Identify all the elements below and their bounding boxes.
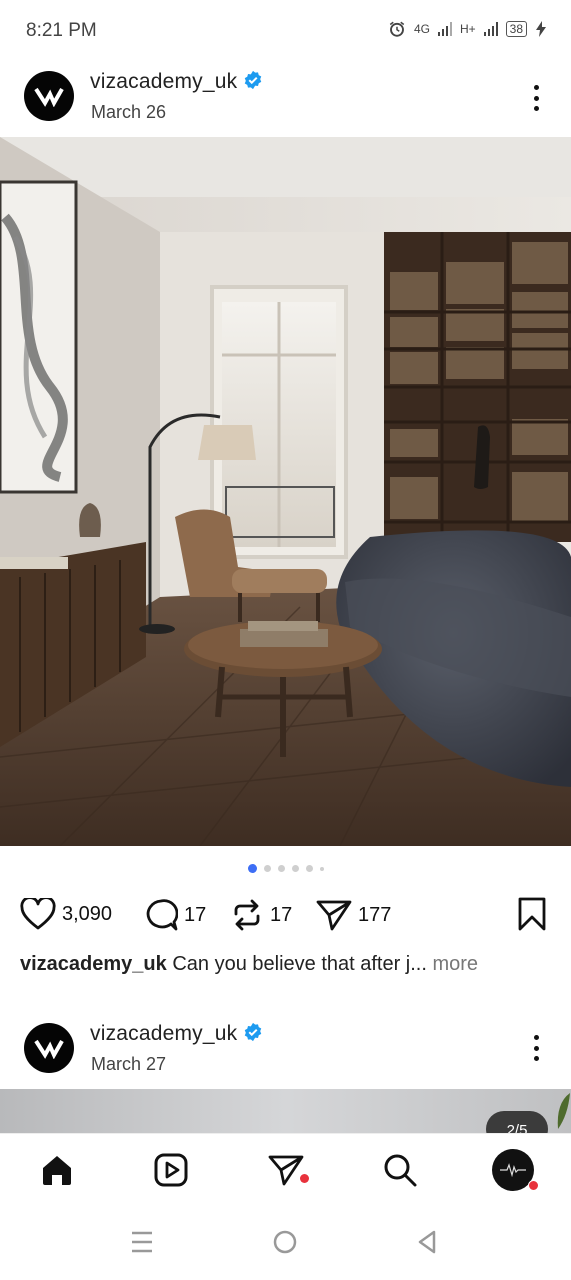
avatar[interactable] xyxy=(24,1023,74,1073)
save-button[interactable] xyxy=(516,896,548,937)
post-header-2: vizacademy_uk March 27 xyxy=(0,1013,571,1089)
interior-photo xyxy=(0,137,571,846)
nav-home[interactable] xyxy=(35,1148,79,1192)
dot xyxy=(533,106,539,111)
dot xyxy=(533,85,539,90)
nav-profile[interactable] xyxy=(491,1148,539,1192)
verified-badge-icon xyxy=(245,1022,262,1042)
carousel-dot xyxy=(319,866,324,871)
like-button[interactable]: 3,090 xyxy=(20,898,112,930)
system-navigation-bar xyxy=(0,1205,571,1280)
bottom-nav xyxy=(0,1133,571,1206)
username-text: vizacademy_uk xyxy=(90,1022,238,1045)
verified-badge-icon xyxy=(245,70,262,90)
carousel-dot xyxy=(277,865,285,872)
leaf-image xyxy=(557,1093,570,1129)
signal-icon-2 xyxy=(483,22,498,36)
repost-button[interactable]: 17 xyxy=(230,898,292,932)
status-bar: 8:21 PM 4G H+ 38 xyxy=(0,0,571,62)
notification-dot xyxy=(528,1180,539,1191)
dot xyxy=(533,95,539,101)
carousel-dot-active xyxy=(247,864,257,873)
dot xyxy=(533,1035,539,1040)
carousel-dot xyxy=(263,865,271,872)
home-circle-icon[interactable] xyxy=(273,1230,297,1254)
nav-search[interactable] xyxy=(378,1148,422,1192)
alarm-icon xyxy=(389,21,405,37)
post-header: vizacademy_uk March 26 xyxy=(0,62,571,137)
share-count: 177 xyxy=(358,903,392,926)
comment-count: 17 xyxy=(184,903,207,926)
post-image[interactable] xyxy=(0,137,571,846)
home-icon xyxy=(43,1156,71,1185)
network-4g-label: 4G xyxy=(413,22,430,36)
search-icon xyxy=(384,1154,417,1187)
send-icon xyxy=(268,1155,304,1186)
profile-logo-icon xyxy=(500,1163,526,1177)
more-options-button[interactable] xyxy=(521,1031,551,1065)
comment-icon xyxy=(146,899,178,931)
like-count: 3,090 xyxy=(62,902,113,925)
repost-count: 17 xyxy=(270,903,293,926)
notification-dot xyxy=(300,1174,309,1183)
brand-logo-icon xyxy=(34,87,64,107)
charging-icon xyxy=(536,21,546,37)
avatar[interactable] xyxy=(24,71,74,121)
post-username[interactable]: vizacademy_uk xyxy=(90,70,263,94)
status-time: 8:21 PM xyxy=(26,20,97,41)
repost-icon xyxy=(234,899,260,931)
caption-username[interactable]: vizacademy_uk xyxy=(20,953,167,975)
network-hplus-label: H+ xyxy=(459,22,476,36)
carousel-dot xyxy=(305,865,313,872)
heart-icon xyxy=(20,898,56,930)
caption-more-link[interactable]: more xyxy=(432,953,478,975)
carousel-indicator xyxy=(0,864,571,873)
carousel-dot xyxy=(291,865,299,872)
post-caption: vizacademy_uk Can you believe that after… xyxy=(20,953,560,976)
carousel-counter-badge: 2/5 xyxy=(486,1111,548,1133)
username-text: vizacademy_uk xyxy=(90,70,238,93)
post-date: March 26 xyxy=(91,102,167,122)
send-icon xyxy=(316,900,352,931)
dot xyxy=(533,1045,539,1051)
bookmark-icon xyxy=(518,897,546,931)
battery-indicator: 38 xyxy=(505,21,527,37)
status-icons: 4G H+ 38 xyxy=(388,20,547,38)
post-actions: 3,090 17 17 177 xyxy=(20,896,551,934)
post-username[interactable]: vizacademy_uk xyxy=(90,1022,263,1046)
nav-reels[interactable] xyxy=(149,1148,193,1192)
brand-logo-icon xyxy=(34,1039,64,1059)
share-button[interactable]: 177 xyxy=(316,898,391,932)
carousel-counter-text: 2/5 xyxy=(506,1122,528,1133)
post-image-2[interactable]: 2/5 xyxy=(0,1089,571,1133)
caption-text: Can you believe that after j... xyxy=(172,953,427,975)
recent-apps-icon[interactable] xyxy=(130,1230,154,1254)
back-icon[interactable] xyxy=(416,1230,438,1254)
signal-icon xyxy=(437,22,452,36)
comment-button[interactable]: 17 xyxy=(144,898,206,932)
post-date: March 27 xyxy=(91,1054,167,1074)
more-options-button[interactable] xyxy=(521,81,551,115)
dot xyxy=(533,1056,539,1061)
reels-icon xyxy=(154,1153,188,1187)
nav-messages[interactable] xyxy=(264,1148,309,1192)
